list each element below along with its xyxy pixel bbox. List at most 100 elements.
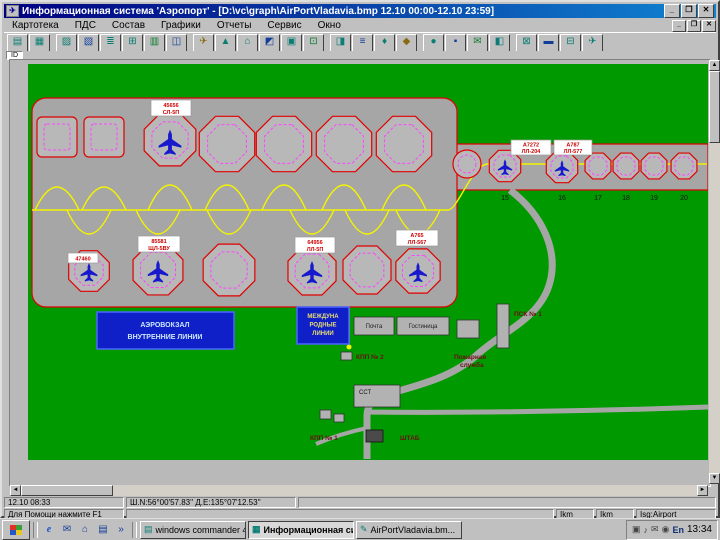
vertical-scroll-thumb[interactable] <box>709 71 720 143</box>
parking-stand[interactable] <box>255 115 313 173</box>
scroll-left-button[interactable]: ◄ <box>10 485 21 496</box>
service-building[interactable] <box>456 319 480 339</box>
parking-stand[interactable] <box>202 243 256 297</box>
parking-stand[interactable] <box>452 149 482 179</box>
checkpoint-building[interactable] <box>365 429 384 443</box>
parking-stand[interactable] <box>198 115 256 173</box>
toolbar-button-2[interactable]: ▦ <box>29 33 50 52</box>
minimize-button[interactable]: _ <box>664 4 680 18</box>
horizontal-scrollbar[interactable]: ◄ ► <box>10 485 708 496</box>
taskbar-button-infosystem[interactable]: ▦ Информационная сис... <box>248 520 354 539</box>
psk-building[interactable] <box>496 303 510 349</box>
toolbar-button-18[interactable]: ◆ <box>396 33 417 52</box>
scroll-down-button[interactable]: ▼ <box>709 473 720 484</box>
start-button[interactable] <box>2 519 30 540</box>
sst-building[interactable]: ССТ <box>353 384 401 408</box>
toolbar-button-5[interactable]: ≣ <box>100 33 121 52</box>
toolbar-button-9[interactable]: ✈ <box>193 33 214 52</box>
scroll-right-button[interactable]: ► <box>697 485 708 496</box>
mdi-restore-button[interactable]: ❐ <box>687 19 701 32</box>
toolbar-button-17[interactable]: ♦ <box>374 33 395 52</box>
taskbar-divider <box>132 521 137 538</box>
parking-stand[interactable] <box>36 116 78 158</box>
parking-stand[interactable] <box>83 116 125 158</box>
airport-map[interactable]: 45656 СЛ-5П 47460 85581 ЩЛ-5ВУ 64956 ЛЛ-… <box>10 60 708 484</box>
scroll-up-button[interactable]: ▲ <box>709 60 720 71</box>
toolbar-button-4[interactable]: ▧ <box>78 33 99 52</box>
small-building[interactable] <box>319 409 332 420</box>
menu-item-servis[interactable]: Сервис <box>259 20 309 31</box>
toolbar-button-8[interactable]: ◫ <box>166 33 187 52</box>
toolbar-button-25[interactable]: ⊟ <box>560 33 581 52</box>
parking-stand[interactable] <box>584 152 612 180</box>
taskbar-button-commander[interactable]: ▤ windows commander 4... <box>140 520 246 539</box>
quick-launch-overflow-chevron[interactable]: » <box>113 522 129 538</box>
mdi-minimize-button[interactable]: _ <box>672 19 686 32</box>
show-desktop-icon[interactable]: ⌂ <box>77 522 93 538</box>
app-icon: ▤ <box>144 524 153 534</box>
close-button[interactable]: ✕ <box>698 4 714 18</box>
folder-icon[interactable]: ▤ <box>95 522 111 538</box>
post-building[interactable]: Почта <box>353 316 395 336</box>
toolbar-button-12[interactable]: ◩ <box>259 33 280 52</box>
vertical-scrollbar[interactable]: ▲ ▼ <box>709 60 720 484</box>
aircraft-label: 64956 ЛЛ-5П <box>294 236 336 254</box>
parking-stand[interactable] <box>375 115 433 173</box>
taskbar: e ✉ ⌂ ▤ » ▤ windows commander 4... ▦ Инф… <box>0 518 720 540</box>
aircraft-label: А7272 ЛЛ-204 <box>510 139 552 156</box>
mdi-window-controls: _ ❐ ✕ <box>671 19 716 32</box>
menu-item-pds[interactable]: ПДС <box>67 20 104 31</box>
toolbar-button-21[interactable]: ✉ <box>467 33 488 52</box>
parking-stand[interactable] <box>315 115 373 173</box>
app-window: ✈ Информационная система 'Аэропорт' - [D… <box>0 0 720 520</box>
language-indicator[interactable]: En <box>672 525 684 535</box>
psk-label: ПСК № 1 <box>514 311 542 318</box>
toolbar-button-14[interactable]: ⊡ <box>303 33 324 52</box>
toolbar-button-19[interactable]: ● <box>423 33 444 52</box>
parking-stand[interactable] <box>670 152 698 180</box>
toolbar-button-16[interactable]: ≡ <box>352 33 373 52</box>
taskbar-button-paint[interactable]: ✎ AirPortVladavia.bm... <box>356 520 462 539</box>
toolbar-button-13[interactable]: ▣ <box>281 33 302 52</box>
toolbar-button-26[interactable]: ✈ <box>582 33 603 52</box>
internet-explorer-icon[interactable]: e <box>41 522 57 538</box>
terminal-domestic[interactable]: АЭРОВОКЗАЛ ВНУТРЕННИЕ ЛИНИИ <box>96 311 235 350</box>
kpp2-building[interactable] <box>340 351 353 361</box>
toolbar-button-10[interactable]: ▲ <box>215 33 236 52</box>
toolbar-button-22[interactable]: ◧ <box>489 33 510 52</box>
stand-number: 15 <box>501 195 509 202</box>
toolbar-button-3[interactable]: ▨ <box>56 33 77 52</box>
parking-stand[interactable] <box>640 152 668 180</box>
toolbar-button-20[interactable]: ▪ <box>445 33 466 52</box>
menu-item-okno[interactable]: Окно <box>310 20 349 31</box>
toolbar-button-23[interactable]: ⊠ <box>516 33 537 52</box>
parking-stand[interactable] <box>342 245 392 295</box>
toolbar-button-15[interactable]: ◨ <box>330 33 351 52</box>
toolbar-button-11[interactable]: ⌂ <box>237 33 258 52</box>
mdi-close-button[interactable]: ✕ <box>702 19 716 32</box>
toolbar-button-24[interactable]: ▬ <box>538 33 559 52</box>
small-building[interactable] <box>333 413 345 423</box>
toolbar-button-6[interactable]: ⊞ <box>122 33 143 52</box>
maximize-button[interactable]: ❐ <box>681 4 697 18</box>
aircraft-label: 47460 <box>67 252 99 264</box>
menu-item-kartoteka[interactable]: Картотека <box>4 20 67 31</box>
svg-text:Почта: Почта <box>366 324 383 330</box>
map-canvas[interactable]: 45656 СЛ-5П 47460 85581 ЩЛ-5ВУ 64956 ЛЛ-… <box>9 59 711 487</box>
hotel-building[interactable]: Гостиница <box>396 316 450 336</box>
tray-icon-1[interactable]: ▣ <box>632 524 641 535</box>
horizontal-scroll-thumb[interactable] <box>21 485 113 496</box>
status-spacer <box>298 497 716 508</box>
mail-icon[interactable]: ✉ <box>59 522 75 538</box>
tray-icon-4[interactable]: ◉ <box>662 524 670 535</box>
parking-stand[interactable] <box>612 152 640 180</box>
menu-item-otchety[interactable]: Отчеты <box>209 20 260 31</box>
clock[interactable]: 13:34 <box>687 524 712 535</box>
tray-icon-3[interactable]: ✉ <box>651 524 659 535</box>
tray-icon-2[interactable]: ♪ <box>644 525 649 535</box>
terminal-international[interactable]: МЕЖДУНА РОДНЫЕ ЛИНИИ <box>296 306 350 345</box>
menu-item-sostav[interactable]: Состав <box>104 20 153 31</box>
menu-item-grafiki[interactable]: Графики <box>153 20 209 31</box>
toolbar-button-1[interactable]: ▤ <box>7 33 28 52</box>
toolbar-button-7[interactable]: ▥ <box>144 33 165 52</box>
